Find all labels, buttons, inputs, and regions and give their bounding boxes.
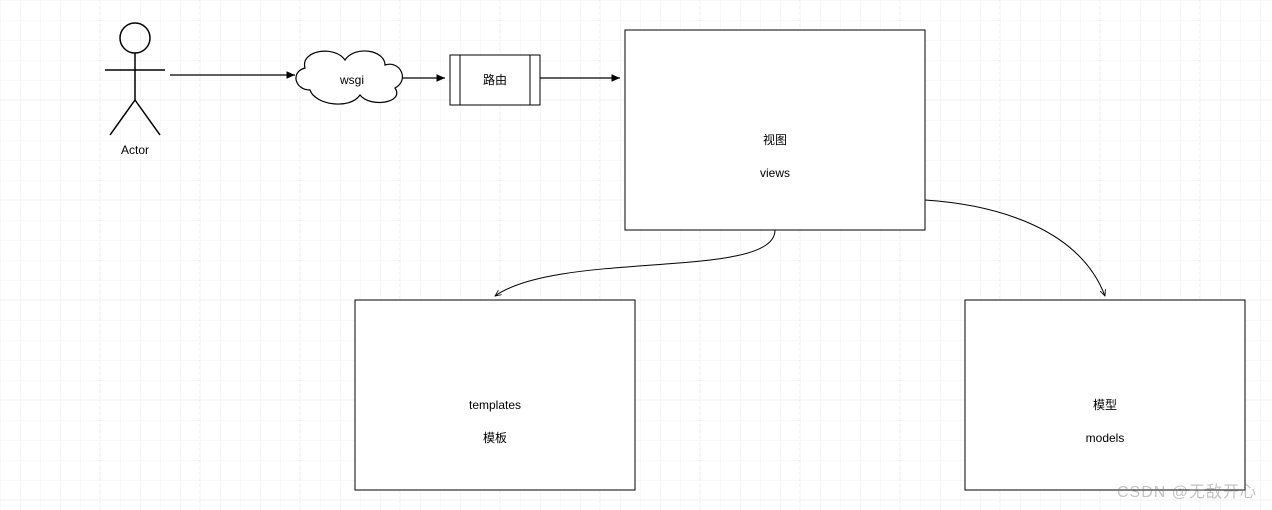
views-label-line1: 视图 xyxy=(763,133,787,147)
templates-label-line2: 模板 xyxy=(483,431,507,445)
views-label-line2: views xyxy=(760,166,790,180)
wsgi-label: wsgi xyxy=(322,72,382,89)
router-label: 路由 xyxy=(465,72,525,89)
models-label: 模型 models xyxy=(1030,380,1180,447)
templates-label-line1: templates xyxy=(469,398,521,412)
templates-label: templates 模板 xyxy=(420,380,570,447)
diagram-canvas: { "actor": { "label": "Actor" }, "wsgi":… xyxy=(0,0,1272,510)
actor-label: Actor xyxy=(105,142,165,159)
models-label-line1: 模型 xyxy=(1093,398,1117,412)
watermark: CSDN @无敌开心 xyxy=(1117,478,1257,502)
views-label: 视图 views xyxy=(700,115,850,182)
models-label-line2: models xyxy=(1086,431,1125,445)
